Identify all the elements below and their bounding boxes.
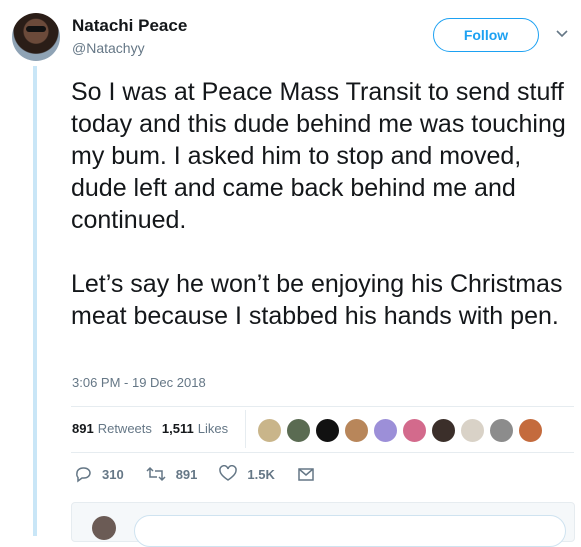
direct-message-button[interactable] — [297, 465, 325, 483]
liker-avatars — [257, 418, 547, 443]
like-button[interactable]: 1.5K — [219, 465, 275, 483]
liker-avatar[interactable] — [373, 418, 398, 443]
tweet-stats: 891 Retweets 1,511 Likes — [72, 421, 238, 436]
retweet-count: 891 — [175, 466, 198, 482]
user-avatar — [92, 516, 116, 540]
liker-avatar[interactable] — [344, 418, 369, 443]
retweets-stat[interactable]: 891 Retweets — [72, 421, 152, 436]
liker-avatar[interactable] — [257, 418, 282, 443]
likes-stat[interactable]: 1,511 Likes — [162, 421, 228, 436]
caret-down-icon[interactable] — [555, 27, 569, 41]
follow-button[interactable]: Follow — [433, 18, 539, 52]
thread-line — [33, 66, 37, 536]
liker-avatar[interactable] — [518, 418, 543, 443]
retweet-icon — [146, 466, 166, 482]
divider — [71, 452, 574, 453]
author-handle[interactable]: @Natachyy — [72, 40, 145, 56]
stats-separator — [245, 410, 246, 448]
reply-button[interactable]: 310 — [74, 465, 124, 483]
avatar[interactable] — [12, 13, 60, 61]
liker-avatar[interactable] — [489, 418, 514, 443]
author-name[interactable]: Natachi Peace — [72, 16, 187, 36]
reply-count: 310 — [102, 466, 124, 482]
liker-avatar[interactable] — [286, 418, 311, 443]
liker-avatar[interactable] — [402, 418, 427, 443]
liker-avatar[interactable] — [460, 418, 485, 443]
reply-input[interactable] — [134, 515, 566, 547]
retweet-button[interactable]: 891 — [146, 465, 198, 483]
liker-avatar[interactable] — [431, 418, 456, 443]
likes-label: Likes — [197, 421, 229, 436]
divider — [71, 406, 574, 407]
retweets-count: 891 — [72, 421, 94, 436]
tweet-timestamp[interactable]: 3:06 PM - 19 Dec 2018 — [72, 375, 206, 390]
heart-icon — [219, 465, 238, 481]
message-icon — [298, 468, 314, 481]
tweet-text: So I was at Peace Mass Transit to send s… — [71, 78, 566, 330]
reply-icon — [76, 467, 91, 483]
tweet-actions: 310 891 1.5K — [74, 465, 347, 483]
like-count: 1.5K — [247, 466, 275, 482]
liker-avatar[interactable] — [315, 418, 340, 443]
likes-count: 1,511 — [161, 421, 194, 436]
retweets-label: Retweets — [97, 421, 152, 436]
